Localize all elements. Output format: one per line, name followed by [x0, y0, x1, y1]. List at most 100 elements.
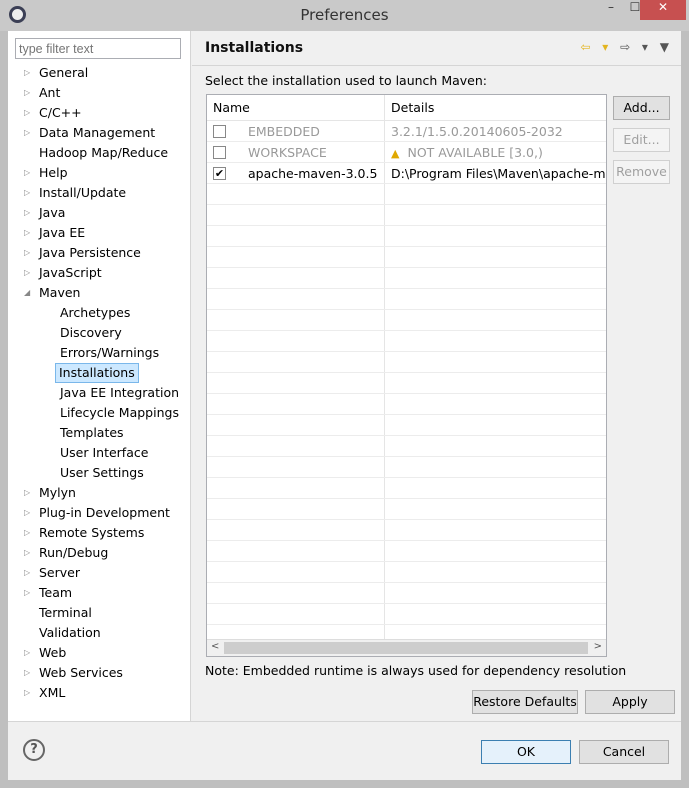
column-name[interactable]: Name — [213, 100, 250, 115]
tree-item[interactable]: User Settings — [8, 463, 191, 483]
tree-item[interactable]: Templates — [8, 423, 191, 443]
empty-row — [207, 310, 606, 331]
back-arrow-icon[interactable]: ⇦ ▾ — [580, 40, 612, 54]
collapse-arrow-icon[interactable]: ◢ — [24, 283, 30, 303]
tree-item[interactable]: Errors/Warnings — [8, 343, 191, 363]
expand-arrow-icon[interactable]: ▷ — [24, 263, 30, 283]
tree-item[interactable]: Archetypes — [8, 303, 191, 323]
tree-item-label: Help — [39, 165, 68, 180]
tree-item[interactable]: ▷ Java — [8, 203, 191, 223]
table-row[interactable]: EMBEDDED 3.2.1/1.5.0.20140605-2032 — [207, 121, 606, 142]
tree-item[interactable]: Validation — [8, 623, 191, 643]
tree-item-label: Java — [39, 205, 66, 220]
expand-arrow-icon[interactable]: ▷ — [24, 203, 30, 223]
row-checkbox[interactable]: ✔ — [213, 167, 226, 180]
tree-item[interactable]: Installations — [8, 363, 191, 383]
empty-row — [207, 373, 606, 394]
expand-arrow-icon[interactable]: ▷ — [24, 483, 30, 503]
empty-row — [207, 478, 606, 499]
tree-item[interactable]: ▷ Java Persistence — [8, 243, 191, 263]
minimize-button[interactable]: – — [598, 0, 624, 20]
horizontal-scrollbar[interactable]: < > — [207, 639, 606, 656]
filter-input[interactable] — [15, 38, 181, 59]
row-checkbox[interactable] — [213, 146, 226, 159]
tree-item[interactable]: ▷ Server — [8, 563, 191, 583]
expand-arrow-icon[interactable]: ▷ — [24, 123, 30, 143]
expand-arrow-icon[interactable]: ▷ — [24, 243, 30, 263]
table-row[interactable]: ✔ apache-maven-3.0.5 D:\Program Files\Ma… — [207, 163, 606, 184]
expand-arrow-icon[interactable]: ▷ — [24, 523, 30, 543]
scroll-right-icon[interactable]: > — [594, 641, 602, 652]
tree-item[interactable]: ▷ Web Services — [8, 663, 191, 683]
column-details[interactable]: Details — [391, 100, 434, 115]
tree-item-label: User Interface — [60, 445, 149, 460]
tree-item[interactable]: ▷ JavaScript — [8, 263, 191, 283]
dialog-footer: ? OK Cancel — [8, 721, 681, 780]
tree-item[interactable]: ◢ Maven — [8, 283, 191, 303]
installation-name: WORKSPACE — [248, 145, 327, 160]
window-title: Preferences — [300, 6, 389, 24]
empty-row — [207, 205, 606, 226]
empty-row — [207, 394, 606, 415]
tree-item[interactable]: ▷ Data Management — [8, 123, 191, 143]
expand-arrow-icon[interactable]: ▷ — [24, 663, 30, 683]
expand-arrow-icon[interactable]: ▷ — [24, 63, 30, 83]
tree-item[interactable]: ▷ Plug-in Development — [8, 503, 191, 523]
tree-item-label: Web — [39, 645, 67, 660]
add-button[interactable]: Add... — [613, 96, 670, 120]
tree-item[interactable]: ▷ Web — [8, 643, 191, 663]
expand-arrow-icon[interactable]: ▷ — [24, 183, 30, 203]
tree-item[interactable]: ▷ Remote Systems — [8, 523, 191, 543]
tree-item[interactable]: ▷ XML — [8, 683, 191, 703]
expand-arrow-icon[interactable]: ▷ — [24, 643, 30, 663]
tree-item[interactable]: Java EE Integration — [8, 383, 191, 403]
tree-item[interactable]: Lifecycle Mappings — [8, 403, 191, 423]
tree-item[interactable]: Discovery — [8, 323, 191, 343]
expand-arrow-icon[interactable]: ▷ — [24, 503, 30, 523]
tree-item[interactable]: Hadoop Map/Reduce — [8, 143, 191, 163]
tree-item[interactable]: ▷ Ant — [8, 83, 191, 103]
expand-arrow-icon[interactable]: ▷ — [24, 543, 30, 563]
empty-row — [207, 562, 606, 583]
restore-defaults-button[interactable]: Restore Defaults — [472, 690, 578, 714]
apply-button[interactable]: Apply — [585, 690, 675, 714]
page-title: Installations — [205, 40, 304, 56]
tree-item[interactable]: ▷ Team — [8, 583, 191, 603]
dialog-body: ▷ General ▷ Ant ▷ C/C++ ▷ Data Management Hadoop… — [8, 31, 681, 780]
expand-arrow-icon[interactable]: ▷ — [24, 563, 30, 583]
cancel-button[interactable]: Cancel — [579, 740, 669, 764]
tree-item[interactable]: User Interface — [8, 443, 191, 463]
tree-item[interactable]: ▷ General — [8, 63, 191, 83]
preference-page: Installations ⇦ ▾ ⇨ ▾ ▼ Select the insta… — [192, 31, 681, 721]
empty-row — [207, 520, 606, 541]
expand-arrow-icon[interactable]: ▷ — [24, 223, 30, 243]
tree-item[interactable]: ▷ Java EE — [8, 223, 191, 243]
tree-item[interactable]: ▷ Run/Debug — [8, 543, 191, 563]
tree-item-label: XML — [39, 685, 66, 700]
expand-arrow-icon[interactable]: ▷ — [24, 163, 30, 183]
table-row[interactable]: WORKSPACE ▲ NOT AVAILABLE [3.0,) — [207, 142, 606, 163]
row-checkbox[interactable] — [213, 125, 226, 138]
warning-icon: ▲ — [391, 147, 400, 160]
empty-row — [207, 226, 606, 247]
preference-tree: ▷ General ▷ Ant ▷ C/C++ ▷ Data Management Hadoop… — [8, 63, 191, 703]
expand-arrow-icon[interactable]: ▷ — [24, 683, 30, 703]
scroll-left-icon[interactable]: < — [211, 641, 219, 652]
tree-item[interactable]: Terminal — [8, 603, 191, 623]
forward-arrow-icon[interactable]: ⇨ ▾ ▼ — [620, 40, 673, 54]
tree-item-label: Java Persistence — [39, 245, 141, 260]
expand-arrow-icon[interactable]: ▷ — [24, 83, 30, 103]
expand-arrow-icon[interactable]: ▷ — [24, 103, 30, 123]
edit-button[interactable]: Edit... — [613, 128, 670, 152]
empty-row — [207, 352, 606, 373]
ok-button[interactable]: OK — [481, 740, 571, 764]
expand-arrow-icon[interactable]: ▷ — [24, 583, 30, 603]
tree-item[interactable]: ▷ Help — [8, 163, 191, 183]
tree-item[interactable]: ▷ Mylyn — [8, 483, 191, 503]
tree-item[interactable]: ▷ C/C++ — [8, 103, 191, 123]
tree-item[interactable]: ▷ Install/Update — [8, 183, 191, 203]
close-button[interactable]: ✕ — [640, 0, 686, 20]
help-icon[interactable]: ? — [23, 739, 45, 761]
scroll-thumb[interactable] — [224, 642, 588, 654]
remove-button[interactable]: Remove — [613, 160, 670, 184]
